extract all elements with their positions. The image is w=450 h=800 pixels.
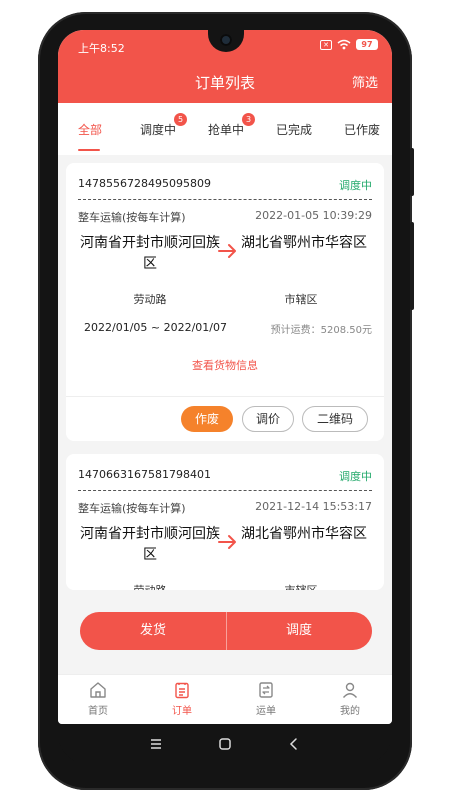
destination-place: 湖北省鄂州市华容区: [241, 235, 367, 251]
order-card[interactable]: 1470663167581798401 调度中 整车运输(按每车计算) 2021…: [66, 454, 384, 590]
nav-home[interactable]: 首页: [68, 681, 128, 717]
tab-label: 全部: [78, 123, 103, 137]
tab-grabbing[interactable]: 抢单中 3: [208, 113, 256, 138]
transport-type: 整车运输(按每车计算): [78, 502, 186, 515]
count-badge: 5: [174, 113, 188, 126]
tab-label: 已完成: [276, 123, 313, 137]
home-button-icon[interactable]: [218, 737, 232, 751]
wifi-icon: [337, 39, 351, 50]
status-icons: ✕ 97: [320, 39, 378, 50]
order-datetime: 2022-01-05 10:39:29: [255, 209, 372, 222]
nav-label: 运单: [256, 706, 276, 717]
transport-type: 整车运输(按每车计算): [78, 211, 186, 224]
filter-button[interactable]: 筛选: [352, 72, 378, 91]
tab-voided[interactable]: 已作废: [344, 121, 380, 138]
order-card[interactable]: 1478556728495095809 调度中 整车运输(按每车计算) 2022…: [66, 163, 384, 441]
page-title: 订单列表: [194, 74, 255, 92]
ship-button[interactable]: 发货: [80, 612, 226, 650]
system-navigation-bar: [58, 724, 392, 764]
home-icon: [90, 682, 106, 698]
tab-label: 已作废: [344, 123, 381, 137]
nav-label: 订单: [172, 706, 192, 717]
date-range: 2022/01/05 ~ 2022/01/07: [84, 321, 228, 334]
destination-street: 市辖区: [284, 293, 318, 306]
nav-orders[interactable]: 订单: [152, 681, 212, 717]
tab-completed[interactable]: 已完成: [276, 121, 312, 138]
nav-label: 首页: [88, 706, 108, 717]
active-tab-indicator: [78, 149, 100, 151]
tab-all[interactable]: 全部: [78, 121, 102, 138]
adjust-price-button[interactable]: 调价: [242, 406, 294, 432]
tab-label: 抢单中: [208, 123, 245, 137]
origin-place: 河南省开封市顺河回族区: [80, 526, 220, 563]
back-icon[interactable]: [287, 737, 301, 751]
volume-button: [410, 148, 414, 196]
divider: [66, 396, 384, 397]
order-number: 1470663167581798401: [78, 468, 211, 481]
power-button: [410, 222, 414, 310]
dispatch-button[interactable]: 调度: [226, 612, 372, 650]
count-badge: 3: [242, 113, 256, 126]
tab-label: 调度中: [140, 123, 177, 137]
waybill-icon: [259, 682, 273, 698]
order-number: 1478556728495095809: [78, 177, 211, 190]
destination-place: 湖北省鄂州市华容区: [241, 526, 367, 542]
order-icon: [175, 682, 189, 699]
battery-icon: 97: [356, 39, 378, 50]
action-pill: 发货 调度: [80, 612, 372, 650]
origin-street: 劳动路: [90, 582, 210, 590]
order-tabs: 全部 调度中 5 抢单中 3 已完成 已作废: [58, 103, 392, 155]
qrcode-button[interactable]: 二维码: [302, 406, 368, 432]
status-badge: 调度中: [339, 179, 372, 192]
divider: [78, 199, 372, 200]
profile-icon: [342, 682, 358, 698]
destination-street: 市辖区: [241, 582, 361, 590]
menu-icon[interactable]: [149, 737, 163, 751]
origin-street: 劳动路: [133, 293, 167, 306]
app-header: 上午8:52 ✕ 97 订单列表 筛选: [58, 30, 392, 103]
bottom-navigation: 首页 订单 运单 我的: [58, 674, 392, 724]
nav-label: 我的: [340, 706, 360, 717]
app-screen: 上午8:52 ✕ 97 订单列表 筛选 全部 调度中 5 抢单中 3 已完成 已作废…: [58, 30, 392, 724]
nav-profile[interactable]: 我的: [320, 681, 380, 717]
divider: [78, 490, 372, 491]
status-time: 上午8:52: [78, 42, 125, 55]
status-badge: 调度中: [339, 470, 372, 483]
order-datetime: 2021-12-14 15:53:17: [255, 500, 372, 513]
void-button[interactable]: 作废: [181, 406, 233, 432]
camera-notch: [208, 30, 244, 52]
notification-icon: ✕: [320, 39, 332, 50]
nav-waybill[interactable]: 运单: [236, 681, 296, 717]
view-goods-link[interactable]: 查看货物信息: [66, 357, 384, 373]
tab-dispatching[interactable]: 调度中 5: [140, 113, 188, 138]
origin-place: 河南省开封市顺河回族区: [80, 235, 220, 272]
action-bar: 发货 调度: [58, 590, 392, 674]
estimated-fee: 预计运费：5208.50元: [270, 325, 372, 336]
